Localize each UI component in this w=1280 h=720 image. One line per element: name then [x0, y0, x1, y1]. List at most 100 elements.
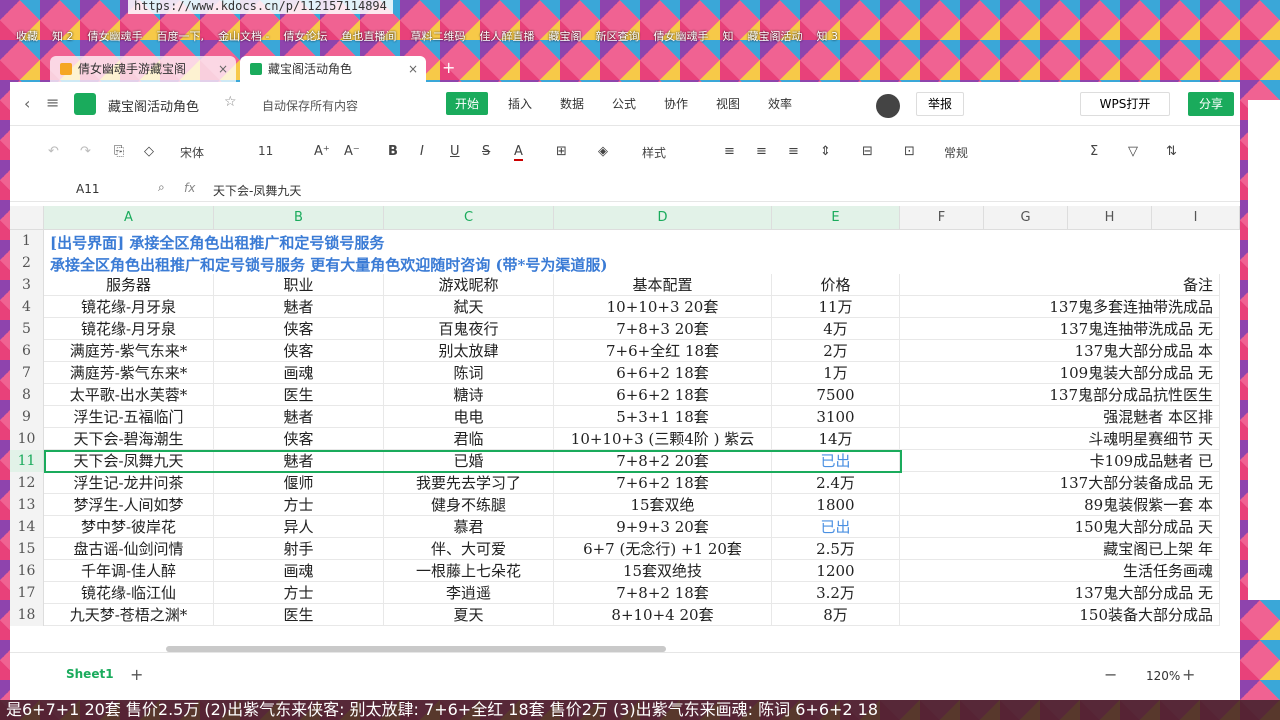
tab-cbg[interactable]: 倩女幽魂手游藏宝阁 × [50, 56, 236, 82]
filter-icon[interactable]: ▽ [1128, 144, 1138, 159]
table-cell[interactable]: 侠客 [214, 318, 384, 340]
table-cell[interactable]: 6+6+2 18套 [554, 362, 772, 384]
back-icon[interactable]: ‹ [24, 94, 30, 113]
table-cell[interactable]: 镜花缘-月牙泉 [44, 318, 214, 340]
table-cell[interactable]: 方士 [214, 494, 384, 516]
address-bar[interactable]: https://www.kdocs.cn/p/112157114894 [0, 0, 1280, 16]
table-cell[interactable]: 电电 [384, 406, 554, 428]
menu-start[interactable]: 开始 [446, 92, 489, 115]
table-cell[interactable]: 1200 [772, 560, 900, 582]
table-cell[interactable]: 5+3+1 18套 [554, 406, 772, 428]
table-cell[interactable]: 盘古谣-仙剑问情 [44, 538, 214, 560]
table-cell-note[interactable]: 150装备大部分成品 [900, 604, 1220, 626]
row-header[interactable]: 16 [10, 560, 44, 582]
column-header-h[interactable]: H [1068, 206, 1152, 230]
column-header-i[interactable]: I [1152, 206, 1240, 230]
row-header[interactable]: 5 [10, 318, 44, 340]
table-cell-note[interactable]: 137大部分装备成品 无 [900, 472, 1220, 494]
row-header[interactable]: 4 [10, 296, 44, 318]
strikethrough-icon[interactable]: S [482, 144, 490, 159]
wps-open-button[interactable]: WPS打开 [1080, 92, 1170, 116]
table-cell[interactable]: 7+8+2 18套 [554, 582, 772, 604]
row-header[interactable]: 2 [10, 252, 44, 274]
row-header[interactable]: 9 [10, 406, 44, 428]
table-cell[interactable]: 7+8+3 20套 [554, 318, 772, 340]
table-cell[interactable]: 已出 [772, 516, 900, 538]
report-button[interactable]: 举报 [916, 92, 964, 116]
table-cell[interactable]: 已出 [772, 450, 900, 472]
table-cell-note[interactable]: 斗魂明星赛细节 天 [900, 428, 1220, 450]
align-right-icon[interactable]: ≡ [788, 144, 799, 159]
table-cell[interactable]: 10+10+3 20套 [554, 296, 772, 318]
table-cell[interactable]: 侠客 [214, 428, 384, 450]
avatar[interactable] [876, 94, 900, 118]
table-cell[interactable]: 糖诗 [384, 384, 554, 406]
column-header-f[interactable]: F [900, 206, 984, 230]
row-header[interactable]: 3 [10, 274, 44, 296]
column-header-a[interactable]: A [44, 206, 214, 230]
sheet-tab-sheet1[interactable]: Sheet1 [66, 667, 114, 681]
header-cell[interactable]: 基本配置 [554, 274, 772, 296]
table-cell[interactable]: 千年调-佳人醉 [44, 560, 214, 582]
bookmark-item[interactable]: 佳人醉直播 [473, 28, 540, 44]
table-cell[interactable]: 太平歌-出水芙蓉* [44, 384, 214, 406]
bookmark-item[interactable]: 新区查询 [589, 28, 645, 44]
url-text[interactable]: https://www.kdocs.cn/p/112157114894 [128, 0, 393, 14]
table-cell-note[interactable]: 137鬼大部分成品 无 [900, 582, 1220, 604]
number-format-select[interactable]: 常规 [944, 144, 968, 161]
fill-color-icon[interactable]: ◈ [598, 144, 608, 159]
table-cell[interactable]: 我要先去学习了 [384, 472, 554, 494]
cell-reference-box[interactable]: A11 [76, 182, 99, 196]
bookmark-item[interactable]: 藏宝阁 [542, 28, 587, 44]
table-cell[interactable]: 已婚 [384, 450, 554, 472]
header-cell[interactable]: 价格 [772, 274, 900, 296]
zoom-in-icon[interactable]: + [1182, 665, 1195, 684]
table-cell[interactable]: 梦浮生-人间如梦 [44, 494, 214, 516]
row-header[interactable]: 14 [10, 516, 44, 538]
bookmark-item[interactable]: 知 3 [810, 28, 844, 44]
table-cell[interactable]: 偃师 [214, 472, 384, 494]
table-cell[interactable]: 慕君 [384, 516, 554, 538]
bookmark-item[interactable]: 倩女幽魂手 [647, 28, 714, 44]
italic-icon[interactable]: I [420, 144, 424, 159]
increase-font-icon[interactable]: A⁺ [314, 144, 330, 159]
bookmark-item[interactable]: 知 [716, 28, 739, 44]
table-cell-note[interactable]: 137鬼多套连抽带洗成品 [900, 296, 1220, 318]
table-cell[interactable]: 8万 [772, 604, 900, 626]
style-button[interactable]: 样式 [642, 144, 666, 161]
table-cell[interactable]: 10+10+3 (三颗4阶 ) 紫云 [554, 428, 772, 450]
table-cell[interactable]: 医生 [214, 384, 384, 406]
fx-icon[interactable]: fx [184, 181, 195, 195]
menu-insert[interactable]: 插入 [508, 95, 532, 112]
menu-data[interactable]: 数据 [560, 95, 584, 112]
table-cell[interactable]: 画魂 [214, 560, 384, 582]
table-cell[interactable]: 7+8+2 20套 [554, 450, 772, 472]
table-cell-note[interactable]: 137鬼部分成品抗性医生 [900, 384, 1220, 406]
tab-close-icon[interactable]: × [408, 56, 418, 82]
table-cell[interactable]: 3.2万 [772, 582, 900, 604]
table-cell[interactable]: 天下会-碧海潮生 [44, 428, 214, 450]
bookmark-item[interactable]: 百度一下, [151, 28, 211, 44]
table-cell[interactable]: 九天梦-苍梧之渊* [44, 604, 214, 626]
table-cell[interactable]: 满庭芳-紫气东来* [44, 340, 214, 362]
table-cell[interactable]: 一根藤上七朵花 [384, 560, 554, 582]
row-header[interactable]: 12 [10, 472, 44, 494]
table-cell[interactable]: 健身不练腿 [384, 494, 554, 516]
menu-view[interactable]: 视图 [716, 95, 740, 112]
table-cell[interactable]: 弑天 [384, 296, 554, 318]
table-cell[interactable]: 魅者 [214, 406, 384, 428]
table-cell[interactable]: 浮生记-五福临门 [44, 406, 214, 428]
row-header[interactable]: 13 [10, 494, 44, 516]
table-cell-note[interactable]: 150鬼大部分成品 天 [900, 516, 1220, 538]
column-header-b[interactable]: B [214, 206, 384, 230]
bookmark-item[interactable]: 倩女幽魂手 [82, 28, 149, 44]
table-cell[interactable]: 方士 [214, 582, 384, 604]
table-cell[interactable]: 镜花缘-临江仙 [44, 582, 214, 604]
table-cell[interactable]: 2.4万 [772, 472, 900, 494]
row-header[interactable]: 1 [10, 230, 44, 252]
menu-efficiency[interactable]: 效率 [768, 95, 792, 112]
format-painter-icon[interactable]: ⎘ [114, 144, 124, 159]
bookmark-item[interactable]: 藏宝阁活动 [741, 28, 808, 44]
table-cell[interactable]: 百鬼夜行 [384, 318, 554, 340]
table-cell[interactable]: 9+9+3 20套 [554, 516, 772, 538]
